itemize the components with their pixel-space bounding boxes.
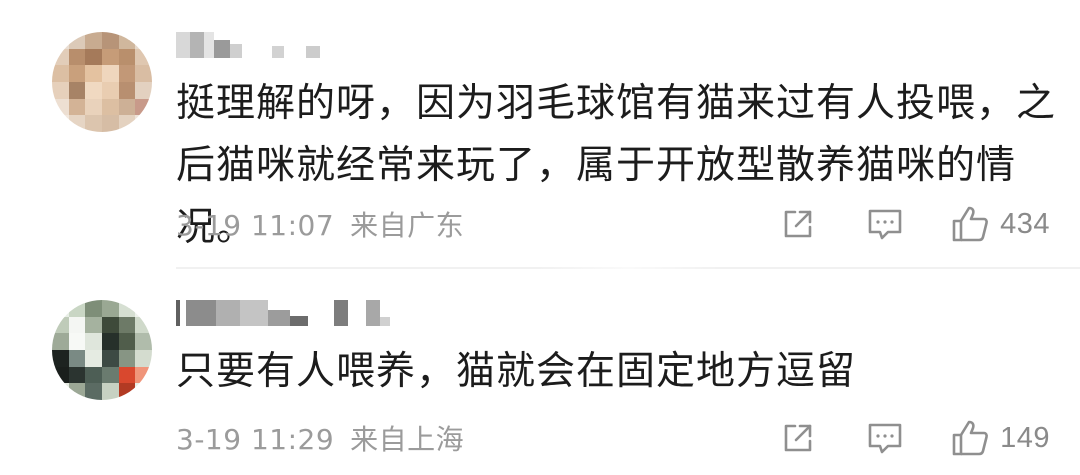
thumbs-up-icon bbox=[952, 420, 989, 456]
username-redacted[interactable] bbox=[176, 32, 320, 58]
comment-text: 只要有人喂养，猫就会在固定地方逗留 bbox=[176, 349, 857, 394]
comment-location: 来自上海 bbox=[350, 423, 465, 456]
reply-button[interactable] bbox=[866, 420, 904, 456]
username-redacted[interactable] bbox=[176, 300, 390, 326]
like-button[interactable]: 149 bbox=[950, 418, 1050, 458]
share-button[interactable] bbox=[780, 420, 816, 456]
comment-1: 挺理解的呀，因为羽毛球馆有猫来过有人投喂，之后猫咪就经常来玩了，属于开放型散养猫… bbox=[0, 0, 1080, 268]
comment-actions: 434 bbox=[780, 204, 1050, 244]
comment-location: 来自广东 bbox=[350, 209, 465, 242]
share-icon bbox=[784, 210, 812, 238]
thumbs-up-icon bbox=[952, 206, 989, 242]
avatar[interactable] bbox=[52, 300, 152, 400]
avatar[interactable] bbox=[52, 32, 152, 132]
comment-2: 只要有人喂养，猫就会在固定地方逗留 3-19 11:29 来自上海 149 bbox=[0, 268, 1080, 475]
share-icon bbox=[784, 424, 812, 452]
comment-icon bbox=[868, 209, 902, 240]
comment-meta: 3-19 11:29 来自上海 149 bbox=[176, 418, 1050, 458]
like-count: 149 bbox=[1000, 421, 1050, 454]
comment-time: 3-19 11:07 bbox=[176, 209, 335, 242]
comment-time: 3-19 11:29 bbox=[176, 423, 335, 456]
comment-icon bbox=[868, 423, 902, 454]
comment-meta: 3-19 11:07 来自广东 434 bbox=[176, 204, 1050, 244]
share-button[interactable] bbox=[780, 206, 816, 242]
like-count: 434 bbox=[1000, 207, 1050, 240]
comment-actions: 149 bbox=[780, 418, 1050, 458]
reply-button[interactable] bbox=[866, 206, 904, 242]
like-button[interactable]: 434 bbox=[950, 204, 1050, 244]
